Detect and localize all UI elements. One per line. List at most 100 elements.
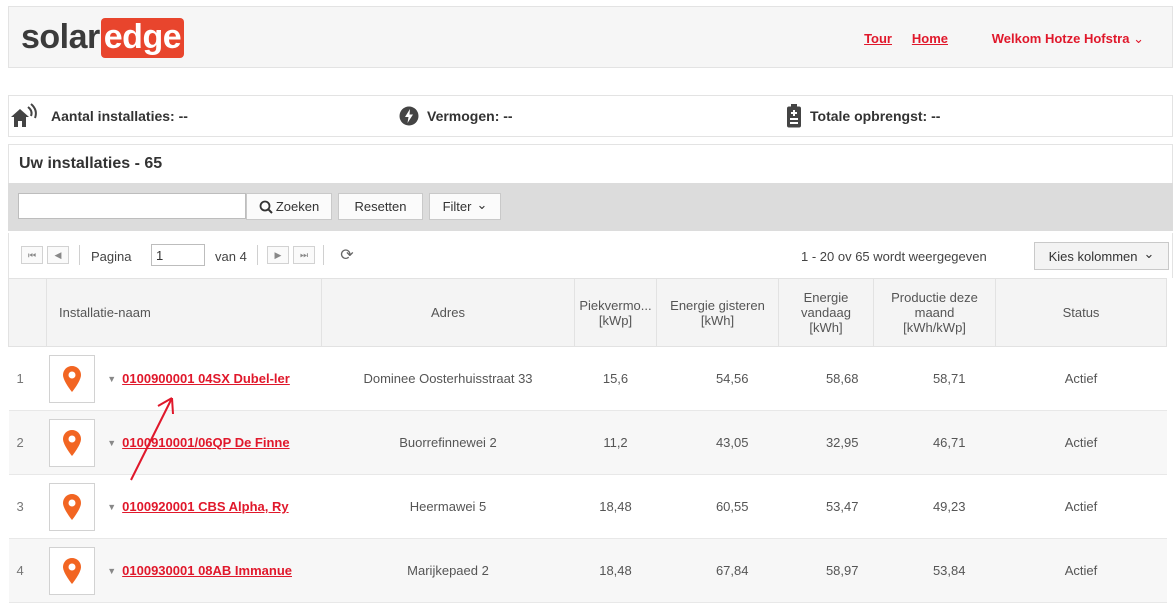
- peak-cell: 11,2: [574, 410, 657, 475]
- status-cell: Actief: [995, 538, 1167, 603]
- month-header-line2: maand: [914, 305, 955, 320]
- prev-page-icon: ◀: [54, 249, 62, 260]
- map-pin-icon: [62, 557, 81, 584]
- map-pin-button[interactable]: [48, 418, 96, 467]
- installation-link[interactable]: 0100900001 04SX Dubel-ler: [122, 371, 321, 386]
- column-header-name[interactable]: Installatie-naam: [46, 278, 322, 347]
- tour-link[interactable]: Tour: [864, 31, 892, 46]
- today-cell: 32,95: [778, 410, 874, 475]
- status-cell: Actief: [995, 346, 1167, 411]
- battery-icon: [787, 104, 801, 128]
- status-cell: Actief: [995, 474, 1167, 539]
- yesterday-cell: 43,05: [656, 410, 779, 475]
- address-cell: Dominee Oosterhuisstraat 33: [321, 346, 575, 411]
- installations-count: Aantal installaties: --: [51, 108, 188, 124]
- month-header-line1: Productie deze: [891, 290, 978, 305]
- logo-solar-text: solar: [21, 18, 100, 56]
- reset-button[interactable]: Resetten: [338, 193, 423, 220]
- peak-cell: 18,48: [574, 538, 657, 603]
- search-button[interactable]: Zoeken: [246, 193, 332, 220]
- page-number-input[interactable]: [151, 244, 205, 266]
- stat-yield: Totale opbrengst: --: [786, 96, 940, 136]
- last-page-button[interactable]: ⏭: [293, 246, 315, 264]
- map-pin-icon: [62, 493, 81, 520]
- divider: [79, 245, 80, 265]
- column-header-month[interactable]: Productie deze maand [kWh/kWp]: [873, 278, 996, 347]
- expand-triangle-icon[interactable]: ▼: [107, 438, 116, 448]
- yesterday-cell: 54,56: [656, 346, 779, 411]
- today-header-line2: vandaag: [801, 305, 851, 320]
- expand-triangle-icon[interactable]: ▼: [107, 502, 116, 512]
- refresh-icon: ⟳: [340, 247, 354, 264]
- pagination-bar: ⏮ ◀ Pagina van 4 ▶ ⏭ ⟳ 1 - 20 ov 65 word…: [8, 233, 1173, 278]
- yield-value: Totale opbrengst: --: [810, 108, 941, 124]
- address-cell: Buorrefinnewei 2: [321, 410, 575, 475]
- stat-power: Vermogen: --: [399, 96, 513, 136]
- choose-columns-button[interactable]: Kies kolommen ⌄: [1034, 242, 1169, 270]
- row-number: 4: [8, 538, 47, 603]
- refresh-button[interactable]: ⟳: [337, 246, 357, 264]
- prev-page-button[interactable]: ◀: [47, 246, 69, 264]
- column-header-rownum: [8, 278, 47, 347]
- next-page-icon: ▶: [274, 249, 282, 260]
- map-pin-icon: [62, 365, 81, 392]
- records-summary: 1 - 20 ov 65 wordt weergegeven: [801, 249, 987, 264]
- first-page-icon: ⏮: [27, 249, 37, 260]
- power-value: Vermogen: --: [427, 108, 513, 124]
- name-cell: ▼ 0100920001 CBS Alpha, Ry: [46, 474, 322, 539]
- lightning-icon: [399, 106, 419, 126]
- today-header-line1: Energie: [803, 290, 849, 305]
- map-pin-button[interactable]: [48, 482, 96, 531]
- column-header-today[interactable]: Energie vandaag [kWh]: [778, 278, 874, 347]
- map-pin-button[interactable]: [48, 354, 96, 403]
- today-cell: 53,47: [778, 474, 874, 539]
- column-header-peak[interactable]: Piekvermo... [kWp]: [574, 278, 657, 347]
- expand-triangle-icon[interactable]: ▼: [107, 566, 116, 576]
- column-header-yesterday[interactable]: Energie gisteren [kWh]: [656, 278, 779, 347]
- logo-edge-text: edge: [100, 18, 185, 58]
- filter-button[interactable]: Filter ⌄: [429, 193, 501, 220]
- house-signal-icon: [11, 103, 37, 127]
- search-icon: [259, 200, 273, 214]
- user-menu[interactable]: Welkom Hotze Hofstra ⌄: [992, 31, 1144, 47]
- address-cell: Heermawei 5: [321, 474, 575, 539]
- home-link[interactable]: Home: [912, 31, 948, 46]
- peak-header-line2: [kWp]: [598, 312, 633, 328]
- column-header-address[interactable]: Adres: [321, 278, 575, 347]
- yesterday-cell: 67,84: [656, 538, 779, 603]
- row-number: 2: [8, 410, 47, 475]
- peak-cell: 18,48: [574, 474, 657, 539]
- today-header-line3: [kWh]: [809, 320, 843, 335]
- map-pin-icon: [62, 429, 81, 456]
- status-cell: Actief: [995, 410, 1167, 475]
- choose-columns-label: Kies kolommen: [1048, 248, 1138, 264]
- search-toolbar: Zoeken Resetten Filter ⌄: [8, 183, 1173, 231]
- divider: [323, 245, 324, 265]
- installation-link[interactable]: 0100920001 CBS Alpha, Ry: [122, 499, 321, 514]
- summary-bar: Aantal installaties: -- Vermogen: -- Tot…: [8, 95, 1173, 137]
- installation-link[interactable]: 0100930001 08AB Immanue: [122, 563, 321, 578]
- table-row[interactable]: 3 ▼ 0100920001 CBS Alpha, Ry Heermawei 5…: [8, 474, 1167, 539]
- expand-triangle-icon[interactable]: ▼: [107, 374, 116, 384]
- month-cell: 49,23: [873, 474, 996, 539]
- map-pin-button[interactable]: [48, 546, 96, 595]
- chevron-down-icon: ⌄: [1133, 31, 1144, 46]
- search-button-label: Zoeken: [275, 199, 320, 214]
- last-page-icon: ⏭: [299, 249, 309, 260]
- panel-title: Uw installaties - 65: [8, 144, 1173, 183]
- welcome-text: Welkom Hotze Hofstra: [991, 31, 1130, 46]
- stat-installations: Aantal installaties: --: [9, 96, 188, 136]
- search-input[interactable]: [18, 193, 246, 219]
- peak-header-line1: Piekvermo...: [579, 297, 652, 313]
- column-header-status[interactable]: Status: [994, 278, 1168, 347]
- chevron-down-icon: ⌄: [476, 196, 488, 212]
- today-cell: 58,68: [778, 346, 874, 411]
- month-cell: 53,84: [873, 538, 996, 603]
- row-number: 3: [8, 474, 47, 539]
- next-page-button[interactable]: ▶: [267, 246, 289, 264]
- address-cell: Marijkepaed 2: [321, 538, 575, 603]
- solaredge-logo[interactable]: solar edge: [21, 18, 185, 58]
- peak-cell: 15,6: [574, 346, 657, 411]
- first-page-button[interactable]: ⏮: [21, 246, 43, 264]
- table-row[interactable]: 4 ▼ 0100930001 08AB Immanue Marijkepaed …: [8, 538, 1167, 603]
